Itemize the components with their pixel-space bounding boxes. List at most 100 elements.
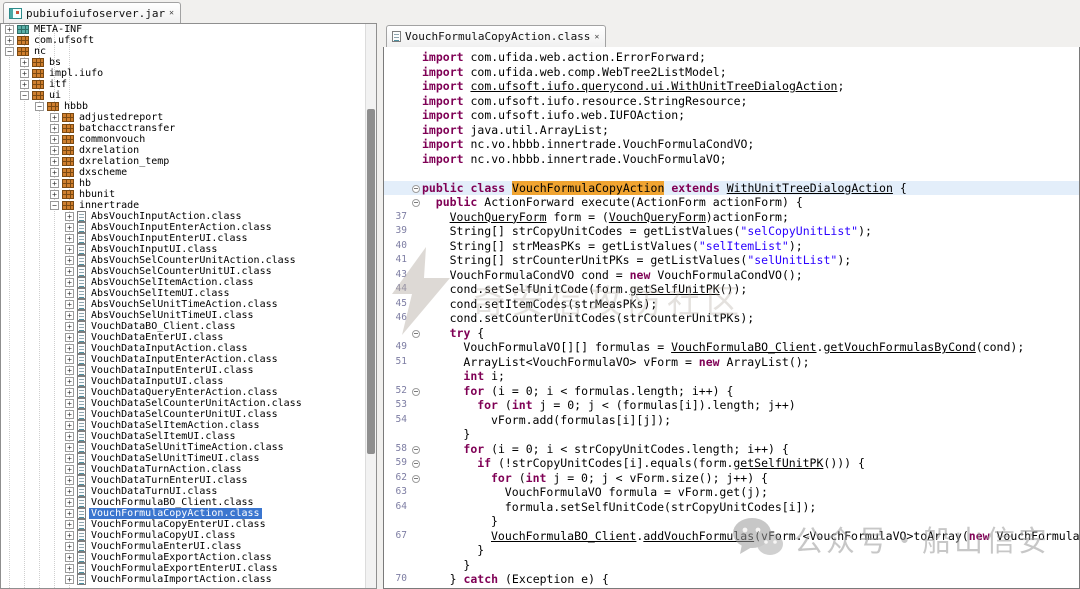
collapse-icon[interactable]: − [50, 201, 59, 210]
tree-item[interactable]: +AbsVouchSelUnitTimeUI.class [1, 310, 376, 321]
tree-item[interactable]: +VouchDataSelCounterUnitAction.class [1, 398, 376, 409]
tree-item[interactable]: +AbsVouchSelItemUI.class [1, 288, 376, 299]
fold-collapse-icon[interactable] [412, 185, 420, 193]
expand-icon[interactable]: + [65, 520, 74, 529]
tree-item[interactable]: +AbsVouchSelCounterUnitUI.class [1, 266, 376, 277]
expand-icon[interactable]: + [65, 487, 74, 496]
expand-icon[interactable]: + [65, 531, 74, 540]
expand-icon[interactable]: + [50, 135, 59, 144]
tree-scrollbar-thumb[interactable] [367, 109, 375, 454]
expand-icon[interactable]: + [65, 542, 74, 551]
expand-icon[interactable]: + [65, 377, 74, 386]
expand-icon[interactable]: + [20, 69, 29, 78]
tree-item[interactable]: +VouchDataTurnUI.class [1, 486, 376, 497]
expand-icon[interactable]: + [65, 366, 74, 375]
expand-icon[interactable]: + [50, 168, 59, 177]
collapse-icon[interactable]: − [20, 91, 29, 100]
fold-collapse-icon[interactable] [412, 330, 420, 338]
expand-icon[interactable]: + [65, 388, 74, 397]
fold-collapse-icon[interactable] [412, 475, 420, 483]
tree-item[interactable]: +dxrelation [1, 145, 376, 156]
expand-icon[interactable]: + [65, 267, 74, 276]
expand-icon[interactable]: + [65, 421, 74, 430]
expand-icon[interactable]: + [50, 157, 59, 166]
tree-item[interactable]: +META-INF [1, 24, 376, 35]
expand-icon[interactable]: + [65, 399, 74, 408]
expand-icon[interactable]: + [65, 564, 74, 573]
tree-item[interactable]: +VouchDataBO_Client.class [1, 321, 376, 332]
tree-item[interactable]: +VouchDataInputAction.class [1, 343, 376, 354]
tree-item[interactable]: +AbsVouchInputAction.class [1, 211, 376, 222]
code-editor[interactable]: import com.ufida.web.action.ErrorForward… [383, 47, 1080, 589]
tree-item[interactable]: +VouchDataSelItemUI.class [1, 431, 376, 442]
expand-icon[interactable]: + [65, 344, 74, 353]
collapse-icon[interactable]: − [35, 102, 44, 111]
tree-item[interactable]: +batchacctransfer [1, 123, 376, 134]
expand-icon[interactable]: + [65, 553, 74, 562]
tree-item[interactable]: −hbbb [1, 101, 376, 112]
tree-item[interactable]: +VouchFormulaBO_Client.class [1, 497, 376, 508]
expand-icon[interactable]: + [65, 245, 74, 254]
expand-icon[interactable]: + [65, 289, 74, 298]
tree-item[interactable]: +dxscheme [1, 167, 376, 178]
tree-item[interactable]: +AbsVouchInputEnterAction.class [1, 222, 376, 233]
expand-icon[interactable]: + [50, 179, 59, 188]
expand-icon[interactable]: + [65, 212, 74, 221]
tree-item[interactable]: +VouchFormulaImportAction.class [1, 574, 376, 585]
expand-icon[interactable]: + [65, 498, 74, 507]
expand-icon[interactable]: + [5, 25, 14, 34]
tree-item[interactable]: +VouchFormulaCopyAction.class [1, 508, 376, 519]
tree-item[interactable]: +AbsVouchInputUI.class [1, 244, 376, 255]
expand-icon[interactable]: + [65, 575, 74, 584]
tree-item[interactable]: +AbsVouchSelUnitTimeAction.class [1, 299, 376, 310]
expand-icon[interactable]: + [65, 256, 74, 265]
tree-item[interactable]: +VouchDataSelUnitTimeUI.class [1, 453, 376, 464]
tree-item[interactable]: +VouchFormulaExportAction.class [1, 552, 376, 563]
tree-item[interactable]: +VouchFormulaCopyUI.class [1, 530, 376, 541]
expand-icon[interactable]: + [20, 58, 29, 67]
tab-jar-file[interactable]: pubiufoiufoserver.jar ✕ [3, 2, 181, 23]
expand-icon[interactable]: + [65, 278, 74, 287]
tree-item[interactable]: −innertrade [1, 200, 376, 211]
tab-class-file[interactable]: VouchFormulaCopyAction.class ✕ [386, 25, 606, 47]
expand-icon[interactable]: + [65, 223, 74, 232]
tree-scrollbar[interactable] [365, 24, 376, 588]
tree-item[interactable]: +VouchDataEnterUI.class [1, 332, 376, 343]
expand-icon[interactable]: + [65, 300, 74, 309]
expand-icon[interactable]: + [65, 355, 74, 364]
expand-icon[interactable]: + [50, 113, 59, 122]
expand-icon[interactable]: + [20, 80, 29, 89]
fold-collapse-icon[interactable] [412, 446, 420, 454]
tree-item[interactable]: +VouchDataQueryEnterAction.class [1, 387, 376, 398]
expand-icon[interactable]: + [65, 432, 74, 441]
tree-item[interactable]: +bs [1, 57, 376, 68]
tree-item[interactable]: +VouchDataInputUI.class [1, 376, 376, 387]
tree-item[interactable]: +AbsVouchInputEnterUI.class [1, 233, 376, 244]
expand-icon[interactable]: + [65, 322, 74, 331]
tree-item[interactable]: +itf [1, 79, 376, 90]
tree-item[interactable]: +AbsVouchSelItemAction.class [1, 277, 376, 288]
tree-item[interactable]: −nc [1, 46, 376, 57]
expand-icon[interactable]: + [5, 36, 14, 45]
expand-icon[interactable]: + [50, 146, 59, 155]
tree-item[interactable]: +hb [1, 178, 376, 189]
tree-item[interactable]: +VouchFormulaExportEnterUI.class [1, 563, 376, 574]
tree-item[interactable]: +impl.iufo [1, 68, 376, 79]
close-icon[interactable]: ✕ [594, 33, 599, 41]
expand-icon[interactable]: + [65, 476, 74, 485]
tree-item[interactable]: +VouchFormulaCopyEnterUI.class [1, 519, 376, 530]
tree-item[interactable]: +dxrelation_temp [1, 156, 376, 167]
expand-icon[interactable]: + [50, 124, 59, 133]
close-icon[interactable]: ✕ [169, 9, 174, 17]
tree-item[interactable]: +VouchDataTurnAction.class [1, 464, 376, 475]
tree-item[interactable]: +adjustedreport [1, 112, 376, 123]
expand-icon[interactable]: + [65, 454, 74, 463]
expand-icon[interactable]: + [65, 509, 74, 518]
tree-item[interactable]: +VouchDataTurnEnterUI.class [1, 475, 376, 486]
package-tree[interactable]: +META-INF+com.ufsoft−nc+bs+impl.iufo+itf… [0, 23, 377, 589]
expand-icon[interactable]: + [65, 443, 74, 452]
tree-item[interactable]: −ui [1, 90, 376, 101]
tree-item[interactable]: +commonvouch [1, 134, 376, 145]
fold-collapse-icon[interactable] [412, 388, 420, 396]
expand-icon[interactable]: + [65, 465, 74, 474]
